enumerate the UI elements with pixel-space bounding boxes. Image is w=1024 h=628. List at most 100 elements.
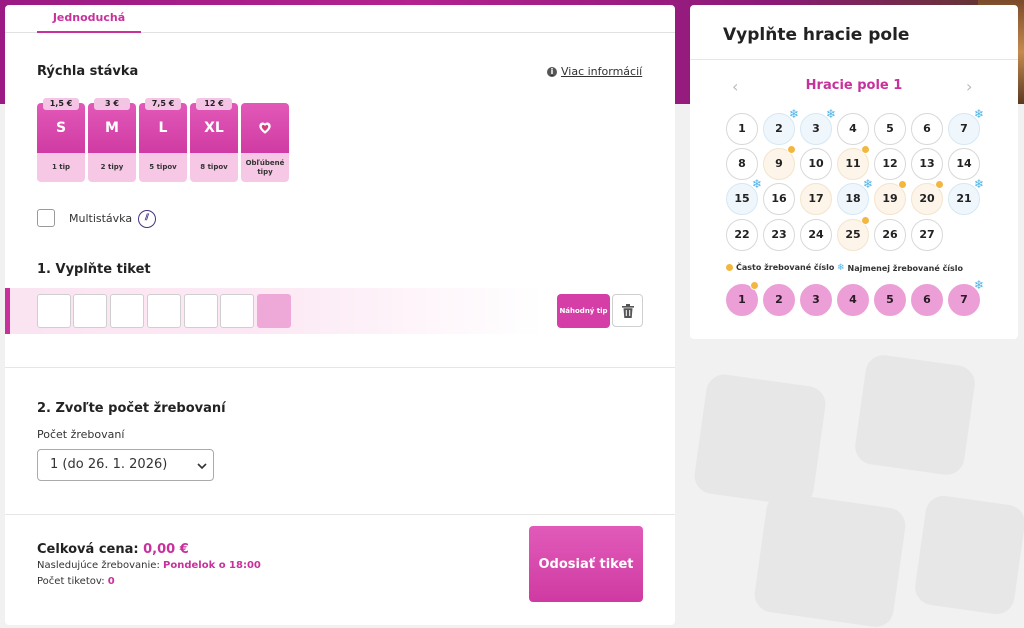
chevron-down-icon [197, 463, 207, 470]
hot-dot-icon [726, 264, 733, 271]
snowflake-icon: ❄ [837, 263, 845, 273]
next-draw-value: Pondelok o 18:00 [163, 560, 261, 571]
number-ball[interactable]: 1 [726, 113, 758, 145]
ticket-count: Počet tiketov: 0 [37, 576, 115, 587]
divider [5, 367, 675, 368]
favorite-label: Obľúbené tipy [241, 153, 289, 182]
random-tip-button[interactable]: Náhodný tip [557, 294, 610, 328]
quick-bet-xl[interactable]: 12 € XL 8 tipov [190, 98, 238, 182]
draws-label: Počet žrebovaní [37, 428, 125, 441]
submit-ticket-button[interactable]: Odosiať tiket [529, 526, 643, 602]
quick-bet-size: L [139, 103, 187, 153]
extra-number-ball[interactable]: 6 [911, 284, 943, 316]
background-shape [692, 372, 828, 508]
favorite-top [241, 103, 289, 153]
extra-number-ball[interactable]: 5 [874, 284, 906, 316]
number-slot[interactable] [184, 294, 218, 328]
snowflake-icon: ❄ [826, 107, 837, 121]
number-slot[interactable] [220, 294, 254, 328]
number-ball[interactable]: 26 [874, 219, 906, 251]
snowflake-icon: ❄ [974, 107, 985, 121]
flame-icon [787, 145, 796, 154]
heart-icon [259, 122, 271, 134]
tab-bar: Jednoduchá [5, 5, 675, 33]
quick-bet-s[interactable]: 1,5 € S 1 tip [37, 98, 85, 182]
quick-bet-size: XL [190, 103, 238, 153]
flame-icon [898, 180, 907, 189]
legend-hot: Často žrebované číslo [726, 263, 834, 272]
next-draw-label: Nasledujúce žrebovanie: [37, 560, 160, 571]
number-ball[interactable]: 8 [726, 148, 758, 180]
number-ball[interactable]: 16 [763, 183, 795, 215]
multibet-label: Multistávka [69, 212, 133, 225]
number-ball[interactable]: 10 [800, 148, 832, 180]
ticket-form: Jednoduchá Rýchla stávka i Viac informác… [5, 5, 675, 625]
background-shape [752, 490, 908, 628]
number-slot[interactable] [110, 294, 144, 328]
multibet-checkbox[interactable] [37, 209, 55, 227]
quick-bet-tips: 8 tipov [190, 153, 238, 182]
side-title: Vyplňte hracie pole [723, 25, 910, 45]
ticket-count-value: 0 [107, 576, 115, 587]
quick-bet-m[interactable]: 3 € M 2 tipy [88, 98, 136, 182]
number-slot[interactable] [73, 294, 107, 328]
background-shape [852, 352, 978, 478]
total-value: 0,00 € [143, 542, 189, 557]
number-ball[interactable]: 23 [763, 219, 795, 251]
legend-hot-label: Často žrebované číslo [736, 263, 835, 272]
snowflake-icon: ❄ [863, 177, 874, 191]
flame-icon [935, 180, 944, 189]
number-ball[interactable]: 22 [726, 219, 758, 251]
number-ball[interactable]: 13 [911, 148, 943, 180]
number-ball[interactable]: 27 [911, 219, 943, 251]
play-field-panel: Vyplňte hracie pole ‹ Hracie pole 1 › 12… [690, 5, 1018, 339]
extra-number-ball[interactable]: 3 [800, 284, 832, 316]
number-ball[interactable]: 6 [911, 113, 943, 145]
total-label: Celková cena: [37, 542, 139, 557]
quick-bet-l[interactable]: 7,5 € L 5 tipov [139, 98, 187, 182]
quick-bet-title: Rýchla stávka [37, 64, 139, 79]
snowflake-icon: ❄ [974, 177, 985, 191]
number-ball[interactable]: 17 [800, 183, 832, 215]
draws-select[interactable]: 1 (do 26. 1. 2026) [37, 449, 214, 481]
legend-cold-label: Najmenej žrebované číslo [847, 263, 964, 273]
number-slot[interactable] [147, 294, 181, 328]
tab-simple[interactable]: Jednoduchá [37, 5, 141, 33]
draws-value: 1 (do 26. 1. 2026) [50, 457, 168, 472]
number-slot[interactable] [37, 294, 71, 328]
quick-bet-size: S [37, 103, 85, 153]
next-field-button[interactable]: › [966, 77, 972, 96]
legend-cold: ❄ Najmenej žrebované číslo [837, 263, 963, 273]
number-ball[interactable]: 14 [948, 148, 980, 180]
quick-bet-tips: 5 tipov [139, 153, 187, 182]
clear-ticket-button[interactable] [612, 294, 643, 327]
extra-number-slot[interactable] [257, 294, 291, 328]
step2-title: 2. Zvoľte počet žrebovaní [37, 401, 226, 416]
quick-bet-tips: 2 tipy [88, 153, 136, 182]
flame-icon [861, 145, 870, 154]
number-ball[interactable]: 5 [874, 113, 906, 145]
number-ball[interactable]: 12 [874, 148, 906, 180]
number-ball[interactable]: 4 [837, 113, 869, 145]
quick-bet-price: 12 € [196, 98, 232, 110]
quick-bet-size: M [88, 103, 136, 153]
multibet-icon[interactable]: ⫽ [138, 210, 156, 228]
total-price: Celková cena: 0,00 € [37, 542, 189, 557]
more-info-link[interactable]: i Viac informácií [547, 65, 642, 78]
next-draw: Nasledujúce žrebovanie: Pondelok o 18:00 [37, 560, 261, 571]
extra-number-ball[interactable]: 4 [837, 284, 869, 316]
flame-icon [861, 216, 870, 225]
quick-bet-price: 3 € [94, 98, 130, 110]
trash-icon [621, 303, 634, 318]
quick-bet-price: 1,5 € [43, 98, 79, 110]
extra-number-ball[interactable]: 2 [763, 284, 795, 316]
flame-icon [750, 281, 759, 290]
step1-title: 1. Vyplňte tiket [37, 262, 151, 277]
quick-bet-tips: 1 tip [37, 153, 85, 182]
background-shape [912, 493, 1024, 617]
ticket-count-label: Počet tiketov: [37, 576, 105, 587]
snowflake-icon: ❄ [752, 177, 763, 191]
quick-bet-favorite[interactable]: Obľúbené tipy [241, 98, 289, 182]
snowflake-icon: ❄ [974, 278, 985, 292]
number-ball[interactable]: 24 [800, 219, 832, 251]
